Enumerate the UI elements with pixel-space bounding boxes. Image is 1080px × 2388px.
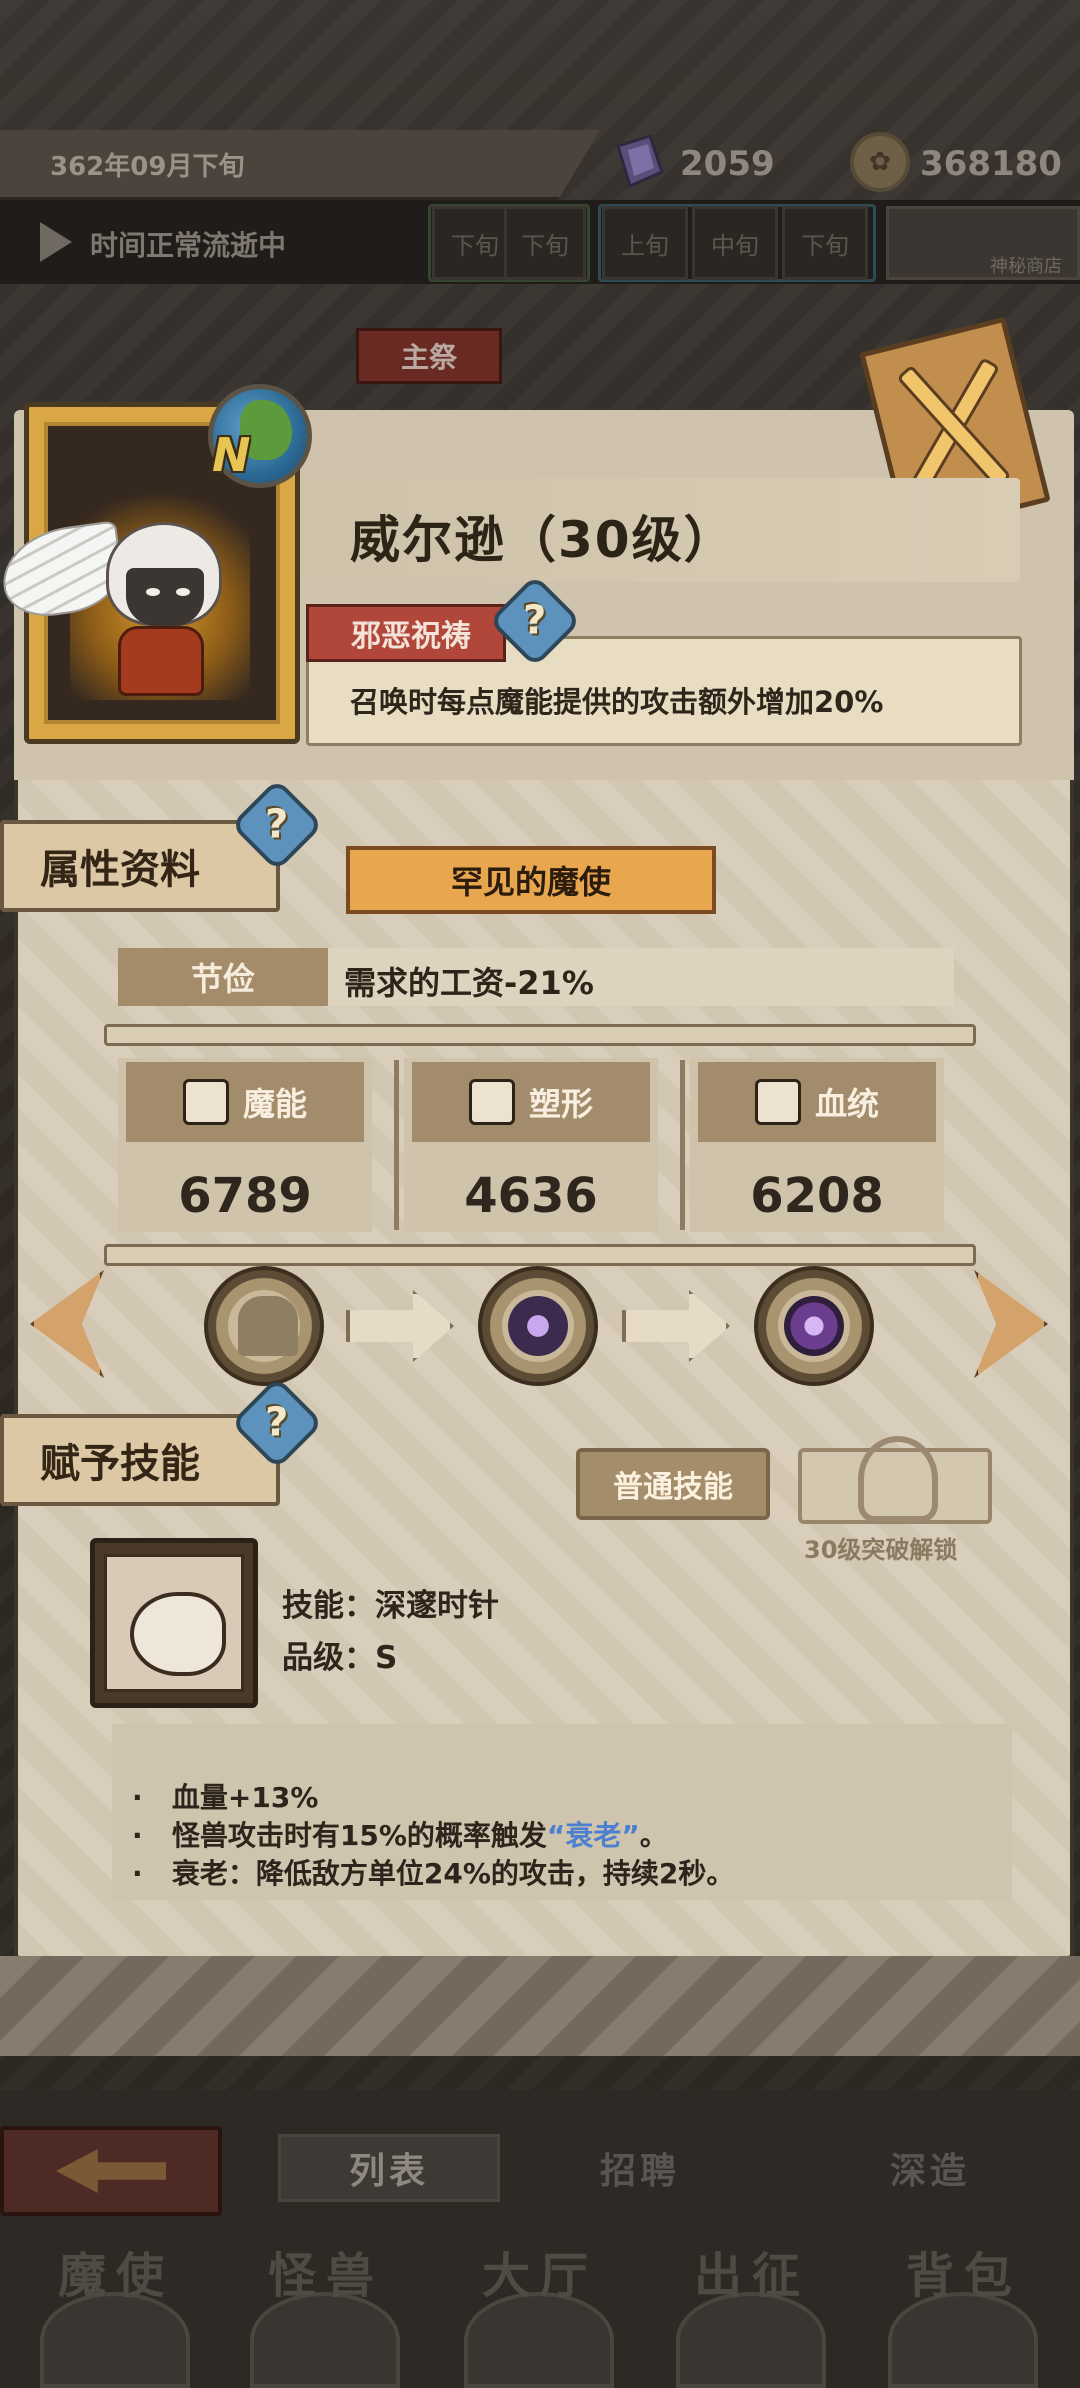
stat-header-magic: 魔能 <box>126 1062 364 1142</box>
effect-text: 衰老：降低敌方单位24%的攻击，持续2秒。 <box>171 1857 735 1890</box>
subtab-recruit[interactable]: 招聘 <box>520 2134 760 2202</box>
effect-line-1: · 血量+13% <box>132 1776 318 1816</box>
coin-count: 368180 <box>920 144 1062 184</box>
time-slot[interactable]: 下旬 <box>504 206 586 280</box>
unlock-requirement: 30级突破解锁 <box>804 1536 958 1564</box>
time-slot[interactable]: 下旬 <box>782 206 868 280</box>
coin-icon: ✿ <box>850 132 910 192</box>
thrift-label: 节俭 <box>118 948 328 1006</box>
crystal-emblem-icon <box>508 1296 568 1356</box>
gem-count: 2059 <box>680 144 775 184</box>
bullet: · <box>132 1857 143 1890</box>
effect-text: 血量+13% <box>171 1781 319 1814</box>
subtab-list[interactable]: 列表 <box>278 2134 500 2202</box>
back-arrow-icon <box>56 2149 166 2193</box>
bullet: · <box>132 1781 143 1814</box>
tab-expedition[interactable]: 出征 <box>644 2236 860 2306</box>
lock-icon <box>858 1436 938 1522</box>
tab-hall[interactable]: 大厅 <box>432 2236 648 2306</box>
skill-grade: 品级：S <box>282 1640 398 1676</box>
hall-tab-icon <box>464 2292 614 2388</box>
stat-value-bloodline: 6208 <box>750 1168 884 1224</box>
eye-emblem-icon <box>784 1296 844 1356</box>
skill-creature-icon <box>130 1592 226 1676</box>
effect-line-2: · 怪兽攻击时有15%的概率触发“衰老”。 <box>132 1814 668 1854</box>
time-slot[interactable]: 上旬 <box>602 206 688 280</box>
tab-backpack[interactable]: 背包 <box>856 2236 1072 2306</box>
stat-value-shape: 4636 <box>464 1168 598 1224</box>
game-date: 362年09月下旬 <box>50 152 245 182</box>
hooded-figure-icon <box>238 1296 298 1356</box>
effect-text: 怪兽攻击时有15%的概率触发 <box>171 1819 547 1852</box>
help-glyph: ? <box>265 801 289 848</box>
character-eye <box>146 588 160 596</box>
character-face <box>126 568 204 626</box>
stat-label: 塑形 <box>528 1085 593 1123</box>
gem-icon <box>616 134 664 189</box>
effect-keyword[interactable]: “衰老” <box>547 1819 640 1852</box>
play-icon[interactable] <box>40 222 72 262</box>
rarity-ribbon: 罕见的魔使 <box>346 846 716 914</box>
stats-ruler-top <box>104 1024 976 1046</box>
help-glyph: ? <box>265 1399 289 1446</box>
stats-ruler-bottom <box>104 1244 976 1266</box>
stat-label: 魔能 <box>242 1085 307 1123</box>
backpack-tab-icon <box>888 2292 1038 2388</box>
trait-tag: 邪恶祝祷 <box>306 604 506 662</box>
bloodline-icon <box>754 1079 801 1125</box>
bullet: · <box>132 1819 143 1852</box>
character-name: 威尔逊（30级） <box>350 511 736 569</box>
time-slot[interactable]: 中旬 <box>692 206 778 280</box>
shop-thumbnail-label: 神秘商店 <box>990 256 1062 277</box>
magic-icon <box>182 1079 229 1125</box>
expedition-tab-icon <box>676 2292 826 2388</box>
stat-header-shape: 塑形 <box>412 1062 650 1142</box>
effect-text: 。 <box>639 1819 668 1852</box>
tab-monster[interactable]: 怪兽 <box>218 2236 434 2306</box>
stat-value-magic: 6789 <box>178 1168 312 1224</box>
normal-skill-button[interactable]: 普通技能 <box>576 1448 770 1520</box>
skill-name: 技能：深邃时针 <box>282 1588 499 1624</box>
time-status: 时间正常流逝中 <box>90 229 287 262</box>
stat-divider <box>680 1060 685 1230</box>
shape-icon <box>468 1079 515 1125</box>
tab-envoy[interactable]: 魔使 <box>8 2236 224 2306</box>
stat-label: 血统 <box>814 1085 879 1123</box>
character-body <box>118 626 204 696</box>
character-eye <box>176 588 190 596</box>
monster-tab-icon <box>250 2292 400 2388</box>
envoy-tab-icon <box>40 2292 190 2388</box>
help-glyph: ? <box>523 597 547 644</box>
attributes-banner: 属性资料 <box>0 820 280 912</box>
stat-header-bloodline: 血统 <box>698 1062 936 1142</box>
effect-line-3: · 衰老：降低敌方单位24%的攻击，持续2秒。 <box>132 1852 734 1892</box>
main-priest-tag: 主祭 <box>356 328 502 384</box>
subtab-forge[interactable]: 深造 <box>800 2134 1060 2202</box>
rarity-letter: N <box>212 428 251 482</box>
back-button[interactable] <box>0 2126 222 2216</box>
panel-bottom-band <box>0 1956 1080 2056</box>
thrift-value: 需求的工资-21% <box>344 964 594 1002</box>
stat-divider <box>394 1060 399 1230</box>
trait-description: 召唤时每点魔能提供的攻击额外增加20% <box>350 685 884 719</box>
